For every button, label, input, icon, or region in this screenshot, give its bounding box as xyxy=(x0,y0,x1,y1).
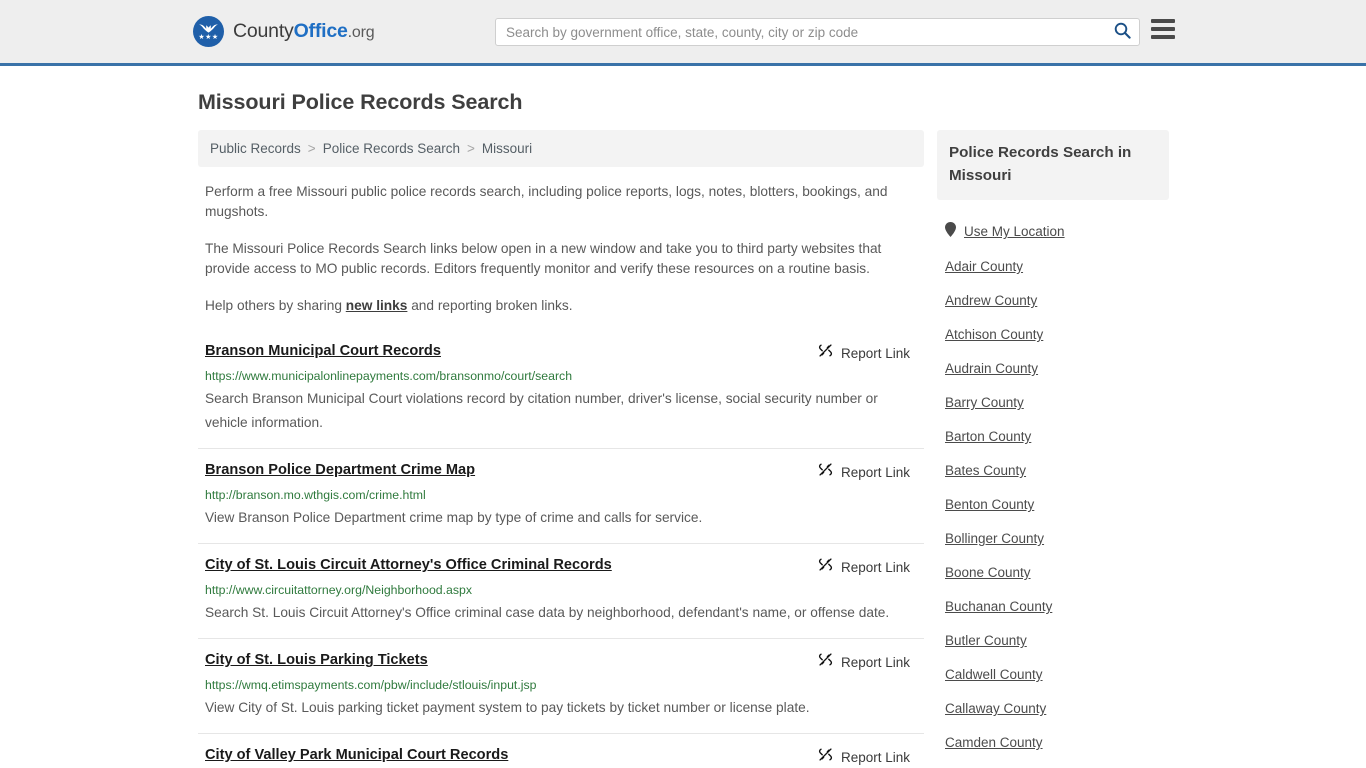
result-header: Branson Police Department Crime Map Repo… xyxy=(205,461,924,482)
report-link-label: Report Link xyxy=(840,654,910,670)
sidebar-item-barton-county[interactable]: Barton County xyxy=(937,420,1169,454)
new-links-link[interactable]: new links xyxy=(346,298,408,313)
report-link-button[interactable]: Report Link xyxy=(818,462,910,482)
sidebar-item-caldwell-county[interactable]: Caldwell County xyxy=(937,658,1169,692)
sidebar-item-adair-county[interactable]: Adair County xyxy=(937,250,1169,284)
hamburger-bar-2 xyxy=(1151,27,1175,31)
report-link-label: Report Link xyxy=(840,464,910,480)
sidebar-heading: Police Records Search in Missouri xyxy=(949,144,1132,184)
result-description: View City of St. Louis parking ticket pa… xyxy=(205,700,810,715)
hamburger-menu-icon[interactable] xyxy=(1151,19,1175,39)
sidebar-item-benton-county[interactable]: Benton County xyxy=(937,488,1169,522)
stars-icon: ★★★ xyxy=(198,34,219,41)
result-description: Search St. Louis Circuit Attorney's Offi… xyxy=(205,605,890,620)
report-link-label: Report Link xyxy=(840,345,910,361)
search-bar xyxy=(495,18,1140,46)
intro-paragraph-2: The Missouri Police Records Search links… xyxy=(205,241,882,276)
sidebar-item-audrain-county[interactable]: Audrain County xyxy=(937,352,1169,386)
brand-org-text: .org xyxy=(347,24,375,41)
intro-text-after-link: and reporting broken links. xyxy=(407,298,573,313)
site-header: ★★★ CountyOffice.org xyxy=(0,0,1366,66)
result-header: City of St. Louis Circuit Attorney's Off… xyxy=(205,556,924,577)
intro-paragraph-1: Perform a free Missouri public police re… xyxy=(205,184,888,219)
search-input[interactable] xyxy=(496,19,1105,45)
content-columns: Public Records > Police Records Search >… xyxy=(198,130,1366,768)
breadcrumb: Public Records > Police Records Search >… xyxy=(198,130,924,167)
breadcrumb-item-public-records[interactable]: Public Records xyxy=(210,141,301,156)
sidebar-item-andrew-county[interactable]: Andrew County xyxy=(937,284,1169,318)
sidebar-item-boone-county[interactable]: Boone County xyxy=(937,556,1169,590)
sidebar-item-bollinger-county[interactable]: Bollinger County xyxy=(937,522,1169,556)
sidebar-item-barry-county[interactable]: Barry County xyxy=(937,386,1169,420)
result-url[interactable]: http://branson.mo.wthgis.com/crime.html xyxy=(205,487,924,503)
sidebar-header: Police Records Search in Missouri xyxy=(937,130,1169,200)
hamburger-bar-3 xyxy=(1151,35,1175,39)
report-link-button[interactable]: Report Link xyxy=(818,747,910,767)
intro-paragraph-3: Help others by sharing new links and rep… xyxy=(205,296,924,316)
report-link-button[interactable]: Report Link xyxy=(818,557,910,577)
breadcrumb-separator: > xyxy=(467,141,475,156)
site-logo-link[interactable]: ★★★ CountyOffice.org xyxy=(193,16,375,47)
breadcrumb-item-police-records-search[interactable]: Police Records Search xyxy=(323,141,460,156)
report-link-label: Report Link xyxy=(840,559,910,575)
sidebar-item-buchanan-county[interactable]: Buchanan County xyxy=(937,590,1169,624)
result-url[interactable]: https://wmq.etimspayments.com/pbw/includ… xyxy=(205,677,924,693)
intro-text-before-link: Help others by sharing xyxy=(205,298,346,313)
table-row: Branson Municipal Court Records Report L… xyxy=(198,342,924,448)
result-title-link[interactable]: Branson Municipal Court Records xyxy=(205,342,441,361)
result-description: View Branson Police Department crime map… xyxy=(205,510,703,525)
broken-link-icon xyxy=(818,462,833,482)
result-url[interactable]: http://www.circuitattorney.org/Neighborh… xyxy=(205,582,924,598)
sidebar-item-callaway-county[interactable]: Callaway County xyxy=(937,692,1169,726)
page-title: Missouri Police Records Search xyxy=(198,90,523,114)
result-title-link[interactable]: City of St. Louis Parking Tickets xyxy=(205,651,428,670)
broken-link-icon xyxy=(818,343,833,363)
report-link-label: Report Link xyxy=(840,749,910,765)
result-header: City of Valley Park Municipal Court Reco… xyxy=(205,746,924,767)
countyoffice-logo-icon: ★★★ xyxy=(193,16,224,47)
table-row: City of St. Louis Circuit Attorney's Off… xyxy=(198,543,924,638)
result-description: Search Branson Municipal Court violation… xyxy=(205,391,878,430)
hamburger-bar-1 xyxy=(1151,19,1175,23)
results-list: Branson Municipal Court Records Report L… xyxy=(198,342,924,768)
page-body: Missouri Police Records Search Public Re… xyxy=(0,90,1366,768)
table-row: Branson Police Department Crime Map Repo… xyxy=(198,448,924,543)
brand-wordmark: CountyOffice.org xyxy=(233,20,375,43)
result-header: City of St. Louis Parking Tickets Report… xyxy=(205,651,924,672)
brand-office-text: Office xyxy=(293,20,348,42)
report-link-button[interactable]: Report Link xyxy=(818,652,910,672)
sidebar-item-atchison-county[interactable]: Atchison County xyxy=(937,318,1169,352)
brand-county-text: County xyxy=(233,20,294,42)
result-url[interactable]: https://www.municipalonlinepayments.com/… xyxy=(205,368,924,384)
report-link-button[interactable]: Report Link xyxy=(818,343,910,363)
breadcrumb-separator: > xyxy=(307,141,316,156)
search-button[interactable] xyxy=(1105,19,1139,45)
result-title-link[interactable]: Branson Police Department Crime Map xyxy=(205,461,475,480)
sidebar-county-list: Use My Location Adair County Andrew Coun… xyxy=(937,214,1169,760)
result-header: Branson Municipal Court Records Report L… xyxy=(205,342,924,363)
broken-link-icon xyxy=(818,652,833,672)
intro-section: Perform a free Missouri public police re… xyxy=(198,182,924,316)
sidebar-item-camden-county[interactable]: Camden County xyxy=(937,726,1169,760)
result-title-link[interactable]: City of Valley Park Municipal Court Reco… xyxy=(205,746,508,765)
broken-link-icon xyxy=(818,557,833,577)
main-content: Public Records > Police Records Search >… xyxy=(198,130,924,768)
table-row: City of St. Louis Parking Tickets Report… xyxy=(198,638,924,733)
broken-link-icon xyxy=(818,747,833,767)
sidebar-item-use-my-location[interactable]: Use My Location xyxy=(937,214,1169,250)
search-icon xyxy=(1114,22,1131,42)
map-pin-icon xyxy=(945,222,956,242)
breadcrumb-item-missouri: Missouri xyxy=(481,141,533,156)
eagle-icon xyxy=(199,24,218,33)
sidebar-item-label: Use My Location xyxy=(964,224,1065,239)
sidebar: Police Records Search in Missouri Use My… xyxy=(937,130,1169,768)
table-row: City of Valley Park Municipal Court Reco… xyxy=(198,733,924,768)
sidebar-item-bates-county[interactable]: Bates County xyxy=(937,454,1169,488)
result-title-link[interactable]: City of St. Louis Circuit Attorney's Off… xyxy=(205,556,612,575)
sidebar-item-butler-county[interactable]: Butler County xyxy=(937,624,1169,658)
